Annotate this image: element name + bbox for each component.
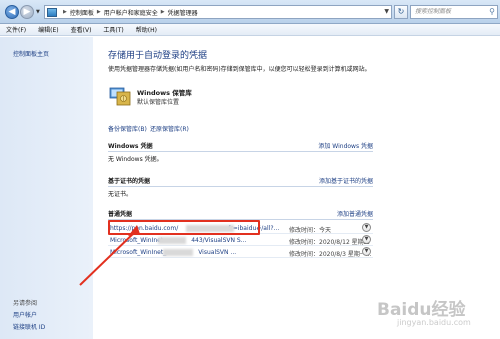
watermark-brand: Baidu经验 (377, 300, 466, 320)
annotation-arrow (79, 225, 140, 286)
watermark-url: jingyan.baidu.com (397, 318, 471, 327)
watermark: Baidu经验 jingyan.baidu.com (375, 295, 495, 335)
